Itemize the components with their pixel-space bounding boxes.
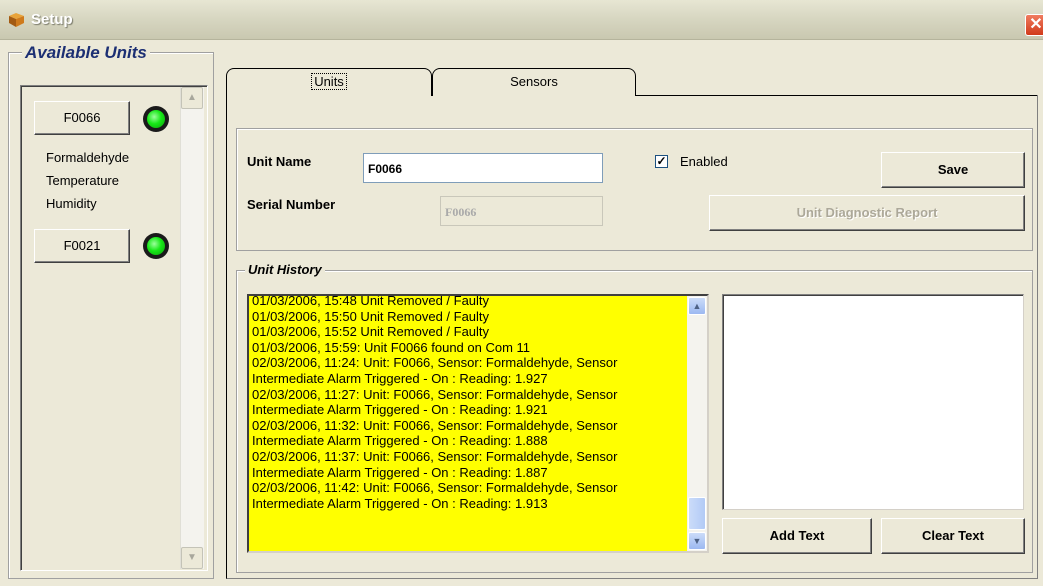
unit-details-panel — [236, 128, 1033, 251]
status-led-icon — [143, 106, 169, 132]
serial-number-label: Serial Number — [247, 197, 336, 212]
history-log-line: 02/03/2006, 11:27: Unit: F0066, Sensor: … — [252, 386, 618, 402]
sensor-label: Formaldehyde — [46, 150, 130, 165]
scroll-up-icon[interactable]: ▲ — [688, 297, 706, 315]
history-log-line: 02/03/2006, 11:32: Unit: F0066, Sensor: … — [252, 417, 618, 433]
unit-name-label: Unit Name — [247, 154, 312, 169]
history-log-line: Intermediate Alarm Triggered - On : Read… — [252, 402, 548, 418]
tab-sensors[interactable]: Sensors — [432, 68, 636, 96]
unit-list-scrollbar[interactable]: ▲ ▼ — [180, 87, 204, 569]
clear-text-button[interactable]: Clear Text — [881, 518, 1025, 554]
available-units-legend: Available Units — [22, 43, 150, 63]
tab-units[interactable]: Units — [226, 68, 432, 96]
scroll-thumb[interactable] — [688, 497, 706, 530]
close-button[interactable]: ✕ — [1025, 14, 1043, 36]
title-bar: Setup ✕ — [0, 0, 1043, 40]
history-log-line: 02/03/2006, 11:24: Unit: F0066, Sensor: … — [252, 355, 618, 371]
history-log-line: Intermediate Alarm Triggered - On : Read… — [252, 433, 548, 449]
sensor-label: Humidity — [46, 196, 97, 211]
unit-button-f0021[interactable]: F0021 — [34, 229, 130, 263]
history-log-line: 01/03/2006, 15:50 Unit Removed / Faulty — [252, 308, 490, 324]
history-log-lines: 01/03/2006, 15:48 Unit Removed / Faulty 0… — [252, 294, 618, 511]
history-note-input[interactable] — [722, 294, 1024, 510]
enabled-label: Enabled — [680, 154, 728, 169]
history-log-line: Intermediate Alarm Triggered - On : Read… — [252, 370, 548, 386]
save-button[interactable]: Save — [881, 152, 1025, 188]
enabled-checkbox[interactable]: ✓ — [655, 155, 668, 168]
history-log-line: Intermediate Alarm Triggered - On : Read… — [252, 495, 548, 511]
serial-number-input[interactable]: F0066 — [440, 196, 603, 226]
add-text-button[interactable]: Add Text — [722, 518, 872, 554]
history-log-scrollbar[interactable]: ▲ ▼ — [687, 296, 707, 551]
unit-history-legend: Unit History — [245, 262, 325, 277]
sensor-label: Temperature — [46, 173, 119, 188]
scroll-down-icon[interactable]: ▼ — [181, 547, 203, 569]
history-log-line: Intermediate Alarm Triggered - On : Read… — [252, 464, 548, 480]
history-log[interactable]: 01/03/2006, 15:48 Unit Removed / Faulty 0… — [247, 294, 709, 553]
history-log-line: 01/03/2006, 15:48 Unit Removed / Faulty — [252, 294, 490, 308]
unit-button-f0066[interactable]: F0066 — [34, 101, 130, 135]
scroll-down-icon[interactable]: ▼ — [688, 532, 706, 550]
history-log-line: 02/03/2006, 11:42: Unit: F0066, Sensor: … — [252, 480, 618, 496]
status-led-icon — [143, 233, 169, 259]
setup-box-icon — [9, 13, 24, 27]
unit-name-input[interactable]: F0066 — [363, 153, 603, 183]
window-title: Setup — [31, 11, 73, 28]
unit-diagnostic-report-button[interactable]: Unit Diagnostic Report — [709, 195, 1025, 231]
scroll-up-icon[interactable]: ▲ — [181, 87, 203, 109]
tab-units-label: Units — [311, 73, 347, 90]
history-log-line: 01/03/2006, 15:52 Unit Removed / Faulty — [252, 324, 490, 340]
history-log-line: 02/03/2006, 11:37: Unit: F0066, Sensor: … — [252, 448, 618, 464]
history-log-line: 01/03/2006, 15:59: Unit F0066 found on C… — [252, 339, 531, 355]
